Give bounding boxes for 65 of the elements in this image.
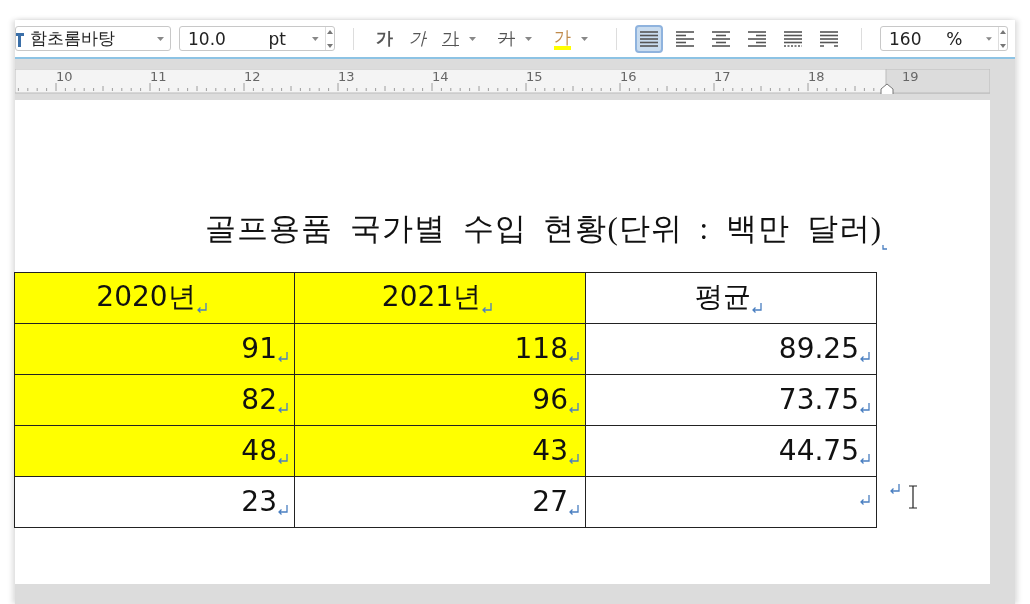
paragraph-mark-icon <box>195 302 208 314</box>
strike-button[interactable]: 가 <box>494 27 542 50</box>
paragraph-mark-icon <box>277 350 289 363</box>
paragraph-mark-icon <box>568 350 580 363</box>
header-cell: 2021년 <box>294 272 586 324</box>
table-cell: 82 <box>14 374 295 426</box>
align-center-icon <box>711 29 731 48</box>
ruler-label: 15 <box>526 69 543 84</box>
paragraph-mark-icon <box>568 503 580 516</box>
align-left-icon <box>675 29 695 48</box>
font-select[interactable]: 함초롬바탕 <box>15 26 171 51</box>
paragraph-mark-icon <box>277 452 289 465</box>
table-cell: 96 <box>294 374 586 426</box>
paragraph-mark-icon <box>277 503 289 516</box>
table-cell: 48 <box>14 425 295 477</box>
table-cell: 118 <box>294 323 586 375</box>
paragraph-mark-icon <box>859 350 871 363</box>
paragraph-mark-icon <box>277 401 289 414</box>
table-cell: 44.75 <box>585 425 877 477</box>
paragraph-mark-icon <box>859 494 871 506</box>
ruler-label: 17 <box>714 69 731 84</box>
font-icon <box>16 30 24 47</box>
table-cell: 23 <box>14 476 295 528</box>
paragraph-mark-icon <box>568 401 580 414</box>
ruler-label: 14 <box>432 69 449 84</box>
paragraph-mark-icon <box>750 302 763 314</box>
ruler-label: 19 <box>902 69 919 84</box>
zoom-field[interactable]: 160 % <box>880 26 1008 51</box>
table-cell: 27 <box>294 476 586 528</box>
paragraph-mark-icon <box>481 302 494 314</box>
font-size-field[interactable]: 10.0 pt <box>179 26 335 51</box>
ruler-label: 16 <box>620 69 637 84</box>
underline-button[interactable]: 가 <box>438 27 486 50</box>
caret-icon[interactable] <box>525 36 532 41</box>
header-cell: 평균 <box>585 272 877 324</box>
italic-button[interactable]: 가 <box>405 27 430 50</box>
align-justify-button[interactable] <box>635 24 663 53</box>
ruler-label: 10 <box>56 69 73 84</box>
caret-icon[interactable] <box>157 36 164 41</box>
caret-icon[interactable] <box>312 36 319 41</box>
ruler-label: 13 <box>338 69 355 84</box>
table-cell: 73.75 <box>585 374 877 426</box>
table-cell: 91 <box>14 323 295 375</box>
paragraph-mark-icon <box>882 244 888 250</box>
indent-marker[interactable] <box>880 83 894 94</box>
bold-button[interactable]: 가 <box>372 27 397 50</box>
caret-icon[interactable] <box>469 36 476 41</box>
caret-icon[interactable] <box>581 36 588 41</box>
align-split-icon <box>819 29 839 48</box>
align-justify-icon <box>639 29 659 48</box>
text-cursor-icon <box>908 485 918 509</box>
align-distribute-icon <box>783 29 803 48</box>
paragraph-mark-icon <box>859 401 871 414</box>
table-cell: 89.25 <box>585 323 877 375</box>
paragraph-mark-icon <box>889 483 901 495</box>
paragraph-mark-icon <box>568 452 580 465</box>
caret-icon[interactable] <box>986 36 992 41</box>
ruler-label: 18 <box>808 69 825 84</box>
ruler-label: 11 <box>150 69 167 84</box>
align-right-icon <box>747 29 767 48</box>
table-cell: 43 <box>294 425 586 477</box>
header-cell: 2020년 <box>14 272 295 324</box>
paragraph-mark-icon <box>859 452 871 465</box>
table-title: 골프용품 국가별 수입 현황(단위 : 백만 달러) <box>205 210 882 248</box>
ruler-label: 12 <box>244 69 261 84</box>
